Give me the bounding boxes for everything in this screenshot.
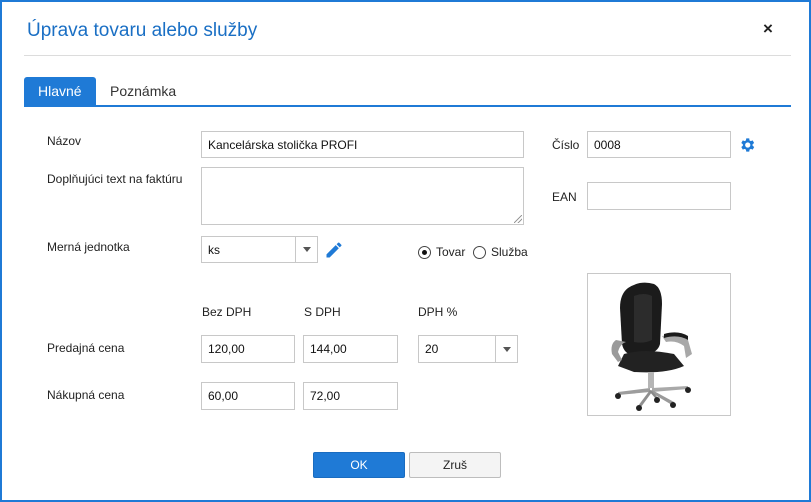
sale-price-with-vat-input[interactable]	[303, 335, 398, 363]
ok-button[interactable]: OK	[313, 452, 405, 478]
edit-item-dialog: Úprava tovaru alebo služby × Hlavné Pozn…	[0, 0, 811, 502]
close-icon[interactable]: ×	[760, 20, 776, 38]
radio-goods[interactable]: Tovar	[418, 245, 465, 259]
tab-bar: Hlavné Poznámka	[24, 77, 791, 107]
vat-pct-select-value: 20	[425, 342, 439, 356]
chevron-down-icon[interactable]	[295, 237, 317, 262]
radio-service[interactable]: Služba	[473, 245, 528, 259]
tab-note[interactable]: Poznámka	[96, 77, 190, 105]
unit-label: Merná jednotka	[47, 240, 130, 254]
extra-text-textarea[interactable]	[201, 167, 524, 225]
sale-price-label: Predajná cena	[47, 341, 125, 355]
ean-label: EAN	[552, 190, 577, 204]
pencil-icon[interactable]	[324, 240, 344, 260]
cancel-button[interactable]: Zruš	[409, 452, 501, 478]
radio-service-label: Služba	[491, 245, 528, 259]
name-label: Názov	[47, 134, 82, 148]
radio-service-indicator[interactable]	[473, 245, 486, 259]
unit-select-value: ks	[208, 243, 220, 257]
col-header-vat-pct: DPH %	[418, 305, 458, 319]
office-chair-image	[611, 282, 692, 411]
radio-goods-indicator[interactable]	[418, 245, 431, 259]
purchase-price-without-vat-input[interactable]	[201, 382, 295, 410]
name-input[interactable]	[201, 131, 524, 158]
sale-price-without-vat-input[interactable]	[201, 335, 295, 363]
chevron-down-icon[interactable]	[495, 336, 517, 362]
gear-icon[interactable]	[738, 136, 756, 154]
resize-grip-icon[interactable]	[514, 215, 522, 223]
extra-text-label: Doplňujúci text na faktúru	[47, 172, 183, 186]
number-input[interactable]	[587, 131, 731, 158]
ean-input[interactable]	[587, 182, 731, 210]
purchase-price-with-vat-input[interactable]	[303, 382, 398, 410]
tab-main[interactable]: Hlavné	[24, 77, 96, 105]
extra-text-wrapper	[201, 167, 524, 225]
unit-select[interactable]: ks	[201, 236, 318, 263]
dialog-title: Úprava tovaru alebo služby	[27, 20, 258, 41]
product-image[interactable]	[587, 273, 731, 416]
radio-goods-label: Tovar	[436, 245, 466, 259]
purchase-price-label: Nákupná cena	[47, 388, 125, 402]
title-divider	[24, 55, 791, 56]
number-label: Číslo	[552, 138, 580, 152]
col-header-without-vat: Bez DPH	[202, 305, 252, 319]
col-header-with-vat: S DPH	[304, 305, 341, 319]
vat-pct-select[interactable]: 20	[418, 335, 518, 363]
